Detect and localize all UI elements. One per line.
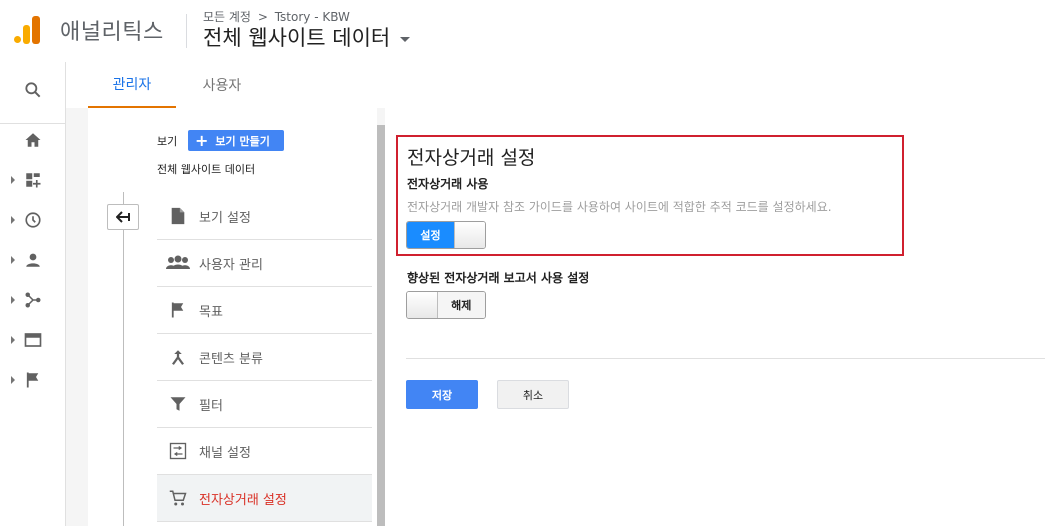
column-divider	[377, 125, 385, 526]
toggle-on-label: 설정	[407, 222, 454, 248]
menu-ecommerce-settings[interactable]: 전자상거래 설정	[157, 475, 372, 522]
menu-goals[interactable]: 목표	[157, 287, 372, 334]
enhanced-ecommerce-toggle[interactable]: 해제	[406, 291, 486, 319]
nav-realtime[interactable]	[0, 202, 66, 238]
menu-filters[interactable]: 필터	[157, 381, 372, 428]
header-divider	[186, 14, 187, 48]
back-button[interactable]	[107, 204, 139, 230]
behavior-icon	[24, 333, 42, 347]
panel-separator	[406, 358, 1045, 359]
menu-item-label: 보기 설정	[199, 210, 251, 226]
conversions-flag-icon	[26, 372, 39, 388]
menu-item-label: 콘텐츠 분류	[199, 351, 263, 367]
enable-ecommerce-toggle[interactable]: 설정	[406, 221, 486, 249]
menu-item-label: 사용자 관리	[199, 257, 263, 273]
settings-title: 전자상거래 설정	[407, 147, 536, 169]
acquisition-icon	[25, 292, 41, 308]
channel-icon	[169, 442, 187, 460]
view-selector[interactable]: 전체 웹사이트 데이터	[203, 22, 411, 52]
app-name: 애널리틱스	[60, 20, 164, 45]
document-icon	[171, 207, 185, 225]
flag-icon	[171, 302, 184, 318]
menu-item-label: 필터	[199, 398, 223, 414]
cart-icon	[169, 490, 187, 506]
create-view-button[interactable]: + 보기 만들기	[188, 130, 284, 151]
cancel-button[interactable]: 취소	[497, 380, 569, 409]
nav-home[interactable]	[0, 122, 66, 158]
menu-channel-settings[interactable]: 채널 설정	[157, 428, 372, 475]
realtime-clock-icon	[25, 212, 41, 228]
create-view-label: 보기 만들기	[215, 134, 270, 148]
customization-icon	[26, 173, 41, 188]
menu-item-label: 채널 설정	[199, 445, 251, 461]
back-arrow-icon	[116, 211, 130, 223]
top-tabs: 관리자 사용자	[66, 62, 1045, 108]
tab-admin[interactable]: 관리자	[88, 62, 176, 108]
nav-customization[interactable]	[0, 162, 66, 198]
nav-acquisition[interactable]	[0, 282, 66, 318]
menu-item-label: 목표	[199, 304, 223, 320]
caret-down-icon	[400, 36, 411, 42]
tab-user[interactable]: 사용자	[182, 62, 262, 108]
search-icon	[25, 82, 41, 98]
menu-view-settings[interactable]: 보기 설정	[157, 193, 372, 240]
view-label: 보기	[157, 135, 178, 148]
toggle-off-label: 해제	[437, 292, 485, 318]
nav-audience[interactable]	[0, 242, 66, 278]
toggle-knob	[454, 222, 485, 248]
menu-content-grouping[interactable]: 콘텐츠 분류	[157, 334, 372, 381]
search-button[interactable]	[0, 72, 66, 108]
save-button[interactable]: 저장	[406, 380, 478, 409]
left-nav-rail	[0, 62, 66, 526]
enable-ecommerce-label: 전자상거래 사용	[407, 177, 489, 191]
analytics-logo-icon[interactable]	[14, 16, 42, 44]
nav-conversions[interactable]	[0, 362, 66, 398]
menu-item-label: 전자상거래 설정	[199, 492, 287, 508]
enable-ecommerce-description: 전자상거래 개발자 참조 가이드를 사용하여 사이트에 적합한 추적 코드를 설…	[407, 200, 832, 214]
filter-icon	[170, 397, 186, 411]
home-icon	[25, 133, 41, 147]
menu-user-management[interactable]: 사용자 관리	[157, 240, 372, 287]
audience-person-icon	[26, 253, 40, 267]
people-icon	[166, 255, 190, 269]
toggle-knob	[407, 292, 438, 318]
nav-behavior[interactable]	[0, 322, 66, 358]
plus-icon: +	[195, 130, 209, 150]
view-title: 전체 웹사이트 데이터	[203, 26, 391, 50]
merge-arrow-icon	[172, 350, 184, 365]
app-header: 애널리틱스 모든 계정 > Tstory - KBW 전체 웹사이트 데이터	[0, 0, 1045, 62]
enhanced-ecommerce-label: 향상된 전자상거래 보고서 사용 설정	[407, 271, 590, 285]
current-view-name[interactable]: 전체 웹사이트 데이터	[157, 161, 255, 177]
tree-line	[123, 192, 124, 526]
